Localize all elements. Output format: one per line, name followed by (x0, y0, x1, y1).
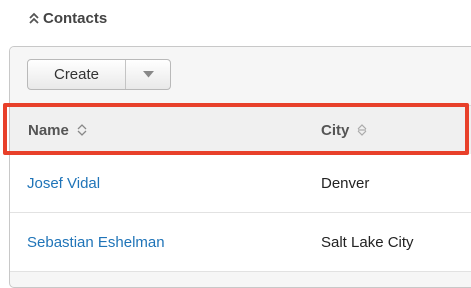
contact-city: Denver (321, 174, 370, 192)
create-button[interactable]: Create (28, 60, 126, 89)
contact-city: Salt Lake City (321, 233, 414, 251)
contacts-subpanel: Create Name City Josef Vidal Denver Seba… (9, 46, 471, 288)
subpanel-toolbar: Create (10, 47, 471, 104)
column-header-name[interactable]: Name (28, 106, 87, 154)
sort-icon (357, 124, 367, 136)
create-dropdown-button[interactable] (126, 60, 170, 89)
subpanel-header[interactable]: Contacts (28, 8, 107, 28)
table-header-row: Name City (10, 105, 471, 155)
column-header-city[interactable]: City (321, 106, 367, 154)
column-header-name-label: Name (28, 121, 69, 139)
caret-down-icon (142, 71, 154, 78)
table-row: Sebastian Eshelman Salt Lake City (10, 213, 471, 272)
contact-name-link[interactable]: Josef Vidal (27, 154, 100, 212)
sort-icon (77, 124, 87, 136)
create-button-group: Create (27, 59, 171, 90)
table-row: Josef Vidal Denver (10, 154, 471, 213)
contact-name-link[interactable]: Sebastian Eshelman (27, 213, 165, 271)
column-header-city-label: City (321, 121, 350, 139)
double-chevron-up-icon (28, 11, 40, 25)
section-title: Contacts (43, 9, 108, 27)
